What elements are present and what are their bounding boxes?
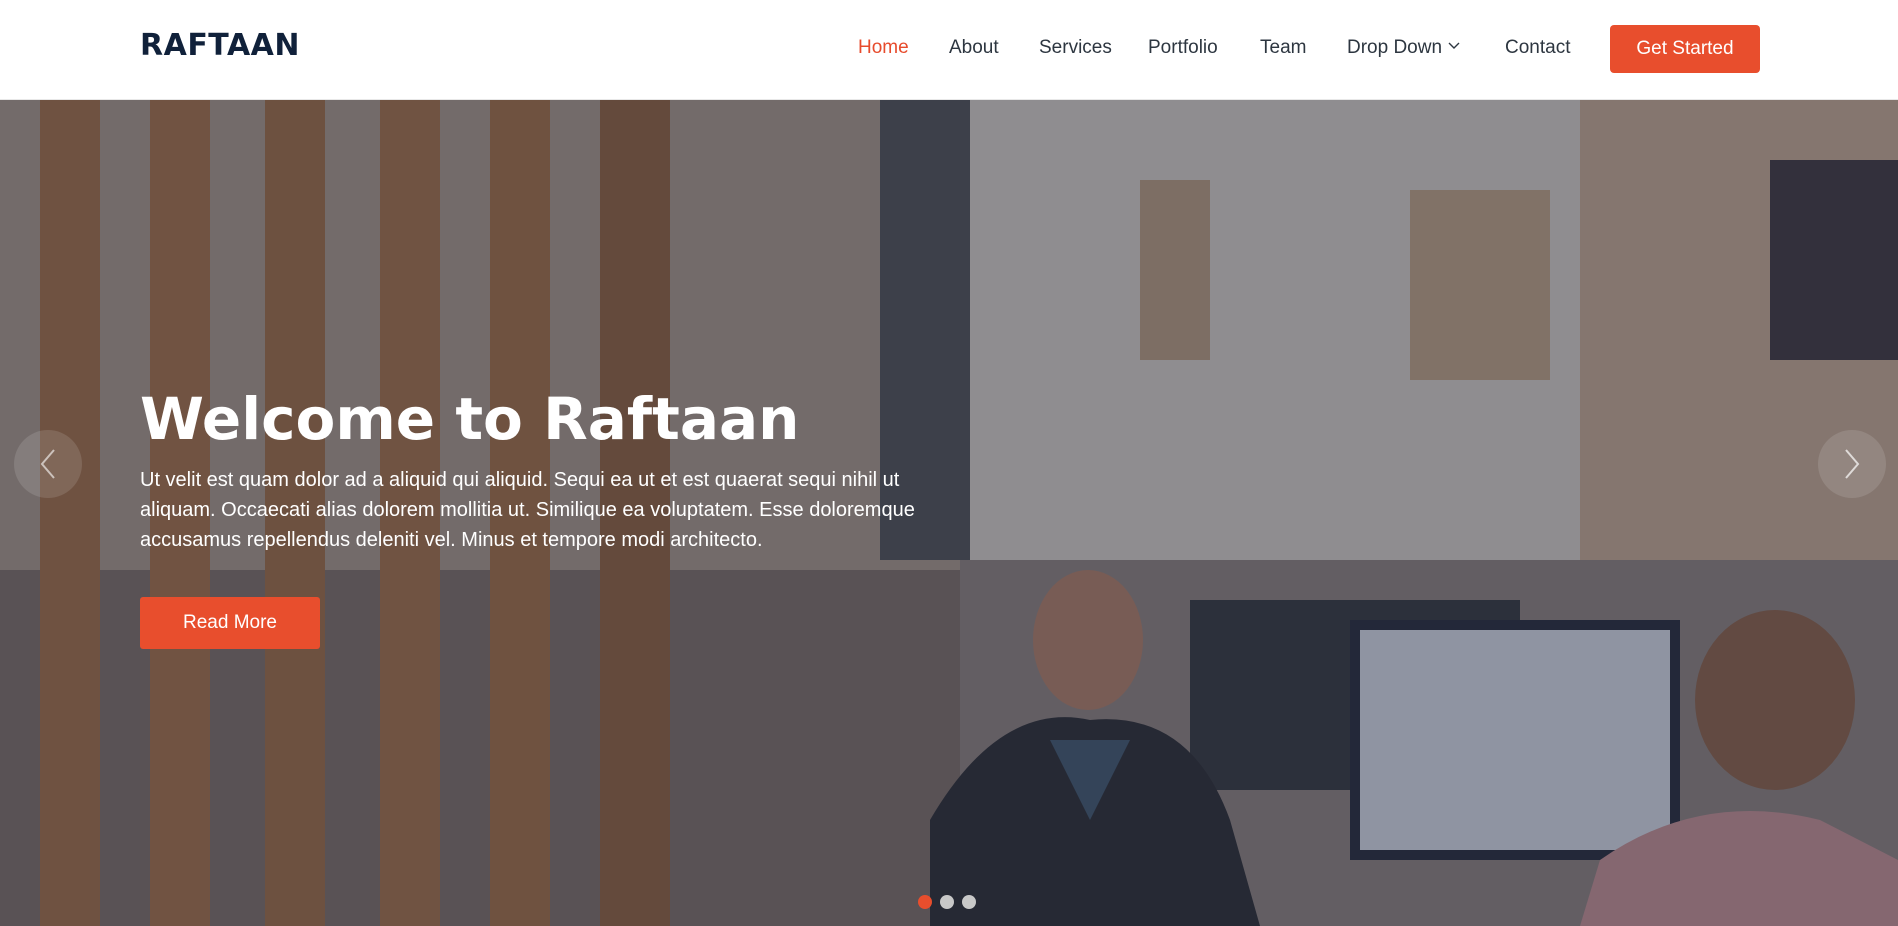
nav-about[interactable]: About: [949, 37, 999, 59]
chevron-left-icon: [40, 449, 55, 479]
nav-portfolio[interactable]: Portfolio: [1148, 37, 1218, 59]
nav-services[interactable]: Services: [1039, 37, 1112, 59]
hero-carousel: Welcome to Raftaan Ut velit est quam dol…: [0, 100, 1898, 926]
carousel-indicator-3[interactable]: [962, 895, 976, 909]
site-header: RAFTAAN Home About Services Portfolio Te…: [0, 0, 1898, 100]
carousel-next-button[interactable]: [1818, 430, 1886, 498]
carousel-indicators: [918, 895, 988, 909]
nav-dropdown[interactable]: Drop Down: [1347, 37, 1461, 59]
carousel-indicator-1[interactable]: [918, 895, 932, 909]
carousel-indicator-2[interactable]: [940, 895, 954, 909]
chevron-down-icon: [1448, 42, 1460, 49]
read-more-button[interactable]: Read More: [140, 597, 320, 649]
nav-dropdown-label: Drop Down: [1347, 37, 1443, 58]
hero-title: Welcome to Raftaan: [140, 385, 800, 453]
chevron-right-icon: [1845, 449, 1860, 479]
get-started-button[interactable]: Get Started: [1610, 25, 1760, 73]
hero-description: Ut velit est quam dolor ad a aliquid qui…: [140, 469, 915, 551]
nav-home[interactable]: Home: [858, 37, 909, 59]
nav-team[interactable]: Team: [1260, 37, 1306, 59]
carousel-prev-button[interactable]: [14, 430, 82, 498]
slide-content: Welcome to Raftaan Ut velit est quam dol…: [140, 383, 960, 649]
nav-contact[interactable]: Contact: [1505, 37, 1570, 59]
